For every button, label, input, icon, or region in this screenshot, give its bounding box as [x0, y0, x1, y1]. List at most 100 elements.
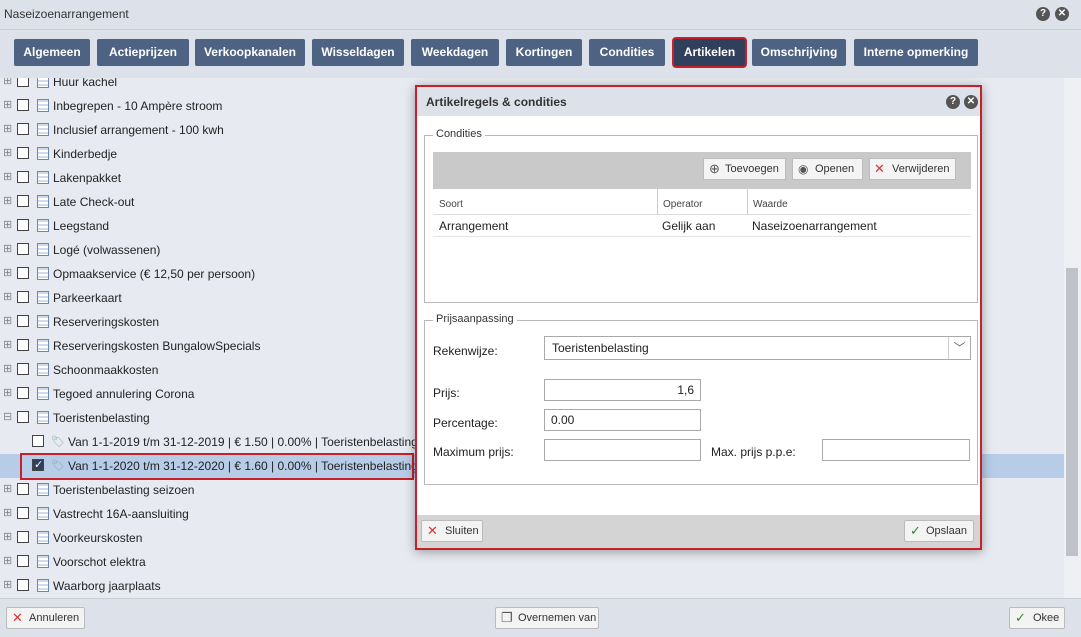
expand-icon[interactable]: ⊞ — [3, 364, 12, 375]
expand-icon[interactable]: ⊞ — [3, 316, 12, 327]
tab-kortingen[interactable]: Kortingen — [506, 39, 582, 66]
prijs-label: Prijs: — [433, 386, 460, 400]
footer-bar: ✕ Annuleren ❐ Overnemen van ✓ Okee — [0, 598, 1081, 637]
expand-icon[interactable]: ⊞ — [3, 78, 12, 87]
col-operator[interactable]: Operator — [663, 199, 702, 210]
close-button[interactable]: ✕ Sluiten — [421, 520, 483, 542]
tree-item[interactable]: ⊞ Waarborg jaarplaats — [0, 574, 1064, 598]
tab-weekdagen[interactable]: Weekdagen — [411, 39, 499, 66]
expand-icon[interactable]: ⊞ — [3, 292, 12, 303]
ok-button[interactable]: ✓ Okee — [1009, 607, 1065, 629]
checkbox[interactable] — [17, 531, 29, 543]
tree-item-label: Opmaakservice (€ 12,50 per persoon) — [53, 267, 256, 281]
expand-icon[interactable]: ⊞ — [3, 532, 12, 543]
tree-item-label: Inclusief arrangement - 100 kwh — [53, 123, 224, 137]
checkbox[interactable] — [17, 267, 29, 279]
open-button[interactable]: ◉ Openen — [792, 158, 863, 180]
ok-label: Okee — [1033, 612, 1060, 624]
tab-condities[interactable]: Condities — [589, 39, 665, 66]
scrollbar-thumb[interactable] — [1066, 268, 1078, 556]
save-label: Opslaan — [926, 525, 967, 537]
delete-button[interactable]: ✕ Verwijderen — [869, 158, 956, 180]
save-button[interactable]: ✓ Opslaan — [904, 520, 974, 542]
open-label: Openen — [815, 163, 855, 175]
checkbox[interactable] — [17, 315, 29, 327]
plus-circle-icon: ⊕ — [709, 161, 720, 176]
chevron-down-icon[interactable]: ﹀ — [948, 337, 970, 359]
column-separator — [657, 189, 658, 215]
expand-icon[interactable]: ⊞ — [3, 220, 12, 231]
checkbox[interactable] — [17, 147, 29, 159]
cancel-button[interactable]: ✕ Annuleren — [6, 607, 85, 629]
col-soort[interactable]: Soort — [439, 199, 463, 210]
checkbox[interactable] — [17, 195, 29, 207]
expand-icon[interactable]: ⊞ — [3, 124, 12, 135]
checkbox[interactable] — [17, 339, 29, 351]
tab-wisseldagen[interactable]: Wisseldagen — [312, 39, 404, 66]
rekenwijze-select[interactable]: Toeristenbelasting ﹀ — [544, 336, 971, 360]
condities-legend: Condities — [433, 128, 485, 140]
checkbox[interactable] — [17, 507, 29, 519]
grid-header: Soort Operator Waarde — [433, 189, 971, 215]
percentage-label: Percentage: — [433, 416, 498, 430]
max-prijs-ppe-input[interactable] — [822, 439, 970, 461]
expand-icon[interactable]: ⊞ — [3, 268, 12, 279]
close-icon[interactable]: ✕ — [1055, 7, 1069, 21]
help-icon[interactable]: ? — [946, 95, 960, 109]
expand-icon[interactable]: ⊞ — [3, 340, 12, 351]
collapse-icon[interactable]: ⊟ — [3, 412, 12, 423]
page-icon — [37, 579, 49, 592]
table-row[interactable]: Arrangement Gelijk aan Naseizoenarrangem… — [433, 215, 971, 237]
expand-icon[interactable]: ⊞ — [3, 244, 12, 255]
checkbox[interactable] — [17, 579, 29, 591]
tag-icon: 🏷 — [51, 436, 65, 448]
percentage-input[interactable]: 0.00 — [544, 409, 701, 431]
checkbox[interactable] — [17, 483, 29, 495]
checkbox[interactable] — [17, 291, 29, 303]
copy-from-button[interactable]: ❐ Overnemen van — [495, 607, 599, 629]
page-icon — [37, 171, 49, 184]
max-prijs-input[interactable] — [544, 439, 701, 461]
tab-verkoopkanalen[interactable]: Verkoopkanalen — [195, 39, 305, 66]
checkbox[interactable] — [17, 555, 29, 567]
checkbox[interactable] — [17, 123, 29, 135]
tree-item[interactable]: ⊞ Voorschot elektra — [0, 550, 1064, 574]
tab-omschrijving[interactable]: Omschrijving — [752, 39, 846, 66]
expand-icon[interactable]: ⊞ — [3, 196, 12, 207]
eye-icon: ◉ — [798, 162, 809, 176]
help-icon[interactable]: ? — [1036, 7, 1050, 21]
tab-algemeen[interactable]: Algemeen — [14, 39, 90, 66]
checkbox[interactable] — [17, 243, 29, 255]
checkbox[interactable] — [17, 387, 29, 399]
expand-icon[interactable]: ⊞ — [3, 388, 12, 399]
checkbox[interactable] — [17, 363, 29, 375]
page-icon — [37, 99, 49, 112]
checkbox[interactable] — [17, 78, 29, 87]
checkbox[interactable] — [17, 171, 29, 183]
checkbox[interactable] — [32, 435, 44, 447]
close-icon[interactable]: ✕ — [964, 95, 978, 109]
checkbox[interactable] — [17, 411, 29, 423]
cell-waarde: Naseizoenarrangement — [752, 219, 877, 233]
expand-icon[interactable]: ⊞ — [3, 172, 12, 183]
expand-icon[interactable]: ⊞ — [3, 148, 12, 159]
col-waarde[interactable]: Waarde — [753, 199, 788, 210]
add-button[interactable]: ⊕ Toevoegen — [703, 158, 786, 180]
expand-icon[interactable]: ⊞ — [3, 484, 12, 495]
expand-icon[interactable]: ⊞ — [3, 556, 12, 567]
expand-icon[interactable]: ⊞ — [3, 508, 12, 519]
prijs-input[interactable]: 1,6 — [544, 379, 701, 401]
tree-item-label: Van 1-1-2019 t/m 31-12-2019 | € 1.50 | 0… — [68, 435, 418, 449]
x-icon: ✕ — [427, 523, 438, 538]
expand-icon[interactable]: ⊞ — [3, 580, 12, 591]
checkbox[interactable] — [17, 99, 29, 111]
tree-item-label: Huur kachel — [53, 78, 118, 89]
tab-actieprijzen[interactable]: Actieprijzen — [97, 39, 189, 66]
tree-item-label: Voorkeurskosten — [53, 531, 143, 545]
tree-item-label: Vastrecht 16A-aansluiting — [53, 507, 189, 521]
tab-artikelen[interactable]: Artikelen — [674, 39, 745, 66]
page-icon — [37, 339, 49, 352]
tab-interne-opmerking[interactable]: Interne opmerking — [854, 39, 978, 66]
expand-icon[interactable]: ⊞ — [3, 100, 12, 111]
checkbox[interactable] — [17, 219, 29, 231]
